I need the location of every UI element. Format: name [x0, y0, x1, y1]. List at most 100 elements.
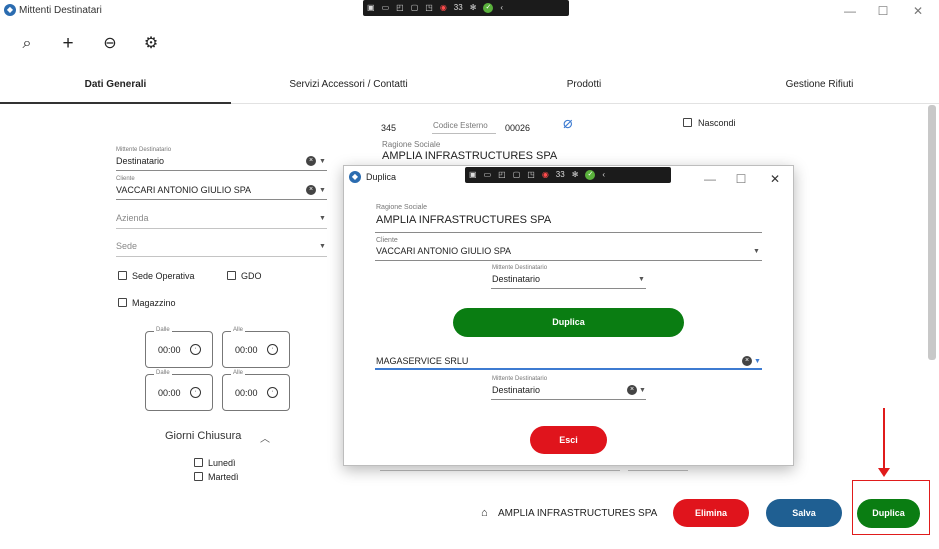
sede-operativa-checkbox[interactable] — [118, 271, 127, 280]
cliente-label: Cliente — [376, 237, 398, 244]
chevron-down-icon[interactable]: ▼ — [754, 358, 761, 365]
check-icon[interactable]: ✓ — [483, 3, 494, 13]
attachment-icon[interactable]: ⌀ — [563, 113, 573, 133]
gdo-label: GDO — [241, 271, 262, 281]
close-button[interactable]: ✕ — [907, 3, 929, 19]
tab-gestione-rifiuti[interactable]: Gestione Rifiuti — [702, 66, 937, 104]
chevron-down-icon[interactable]: ▼ — [319, 158, 326, 165]
sede-select[interactable]: Sede — [116, 241, 137, 251]
capture-icon[interactable]: ▣ — [367, 0, 375, 16]
capture-icon[interactable]: ▣ — [469, 167, 477, 183]
recorder-counter: 33 — [453, 3, 463, 12]
scrollbar[interactable] — [928, 105, 936, 360]
search-icon[interactable]: ⌕ — [17, 34, 37, 54]
mic-muted-icon[interactable]: ◉ — [542, 167, 549, 183]
time-label: Alle — [231, 370, 246, 376]
dialog-maximize-button[interactable]: ☐ — [730, 171, 752, 187]
destination-search-input[interactable]: MAGASERVICE SRLU — [376, 356, 468, 366]
time-label: Dalle — [154, 327, 172, 333]
clear-icon[interactable]: × — [306, 156, 316, 166]
chevron-down-icon[interactable]: ▼ — [753, 248, 760, 255]
clear-icon[interactable]: × — [306, 185, 316, 195]
field-underline — [116, 228, 327, 229]
field-underline — [491, 288, 646, 289]
cliente-select[interactable]: VACCARI ANTONIO GIULIO SPA — [116, 185, 251, 195]
annotation-highlight — [852, 480, 930, 535]
nascondi-label: Nascondi — [698, 118, 736, 128]
lunedi-checkbox[interactable] — [194, 458, 203, 467]
dialog-minimize-button[interactable]: — — [699, 171, 721, 187]
minimize-button[interactable]: — — [839, 3, 861, 19]
time-label: Alle — [231, 327, 246, 333]
clock-icon[interactable]: · — [267, 387, 278, 398]
annotation-arrowhead — [878, 468, 890, 477]
field-underline-active — [375, 368, 762, 370]
fullscreen-icon[interactable]: ▢ — [513, 167, 521, 183]
video-icon[interactable]: ▭ — [382, 0, 390, 16]
time-value: 00:00 — [235, 345, 258, 355]
mittente-label: Mittente Destinatario — [492, 376, 548, 382]
mic-muted-icon[interactable]: ◉ — [440, 0, 447, 16]
time-from-1[interactable]: Dalle 00:00 · — [145, 327, 213, 368]
mittente-select-2[interactable]: Destinatario — [492, 385, 540, 395]
tab-dati-generali[interactable]: Dati Generali — [0, 66, 231, 104]
mittente-label: Mittente Destinatario — [492, 265, 548, 271]
region-icon[interactable]: ◳ — [425, 0, 433, 16]
azienda-select[interactable]: Azienda — [116, 213, 149, 223]
chevron-down-icon[interactable]: ▼ — [639, 387, 646, 394]
clock-icon[interactable]: · — [190, 344, 201, 355]
time-from-2[interactable]: Dalle 00:00 · — [145, 370, 213, 411]
nascondi-checkbox[interactable] — [683, 118, 692, 127]
chevron-down-icon[interactable]: ▼ — [319, 243, 326, 250]
collapse-icon[interactable]: ‹ — [500, 0, 503, 16]
field-underline — [491, 399, 646, 400]
accessibility-icon[interactable]: ✻ — [470, 0, 477, 16]
window-icon[interactable]: ◰ — [396, 0, 404, 16]
ragione-sociale-label: Ragione Sociale — [376, 204, 427, 211]
fullscreen-icon[interactable]: ▢ — [411, 0, 419, 16]
chevron-down-icon[interactable]: ▼ — [638, 276, 645, 283]
esci-button[interactable]: Esci — [530, 426, 607, 454]
gear-icon[interactable]: ⚙ — [141, 34, 161, 54]
chevron-down-icon[interactable]: ▼ — [319, 187, 326, 194]
link-icon[interactable]: ⊖ — [100, 34, 120, 54]
gdo-checkbox[interactable] — [227, 271, 236, 280]
tab-prodotti[interactable]: Prodotti — [466, 66, 702, 104]
clock-icon[interactable]: · — [267, 344, 278, 355]
ragione-sociale-input[interactable]: AMPLIA INFRASTRUCTURES SPA — [376, 214, 551, 226]
field-underline — [380, 470, 620, 471]
giorni-chiusura-title: Giorni Chiusura — [165, 430, 242, 442]
dialog-duplica-button[interactable]: Duplica — [453, 308, 684, 337]
salva-button[interactable]: Salva — [766, 499, 842, 527]
time-to-2[interactable]: Alle 00:00 · — [222, 370, 290, 411]
clear-icon[interactable]: × — [627, 385, 637, 395]
mittente-select[interactable]: Destinatario — [492, 274, 540, 284]
chevron-down-icon[interactable]: ▼ — [319, 215, 326, 222]
clock-icon[interactable]: · — [190, 387, 201, 398]
chevron-up-icon[interactable]: ︿ — [260, 430, 270, 445]
mittente-select[interactable]: Destinatario — [116, 156, 164, 166]
collapse-icon[interactable]: ‹ — [602, 167, 605, 183]
video-icon[interactable]: ▭ — [484, 167, 492, 183]
window-title: Mittenti Destinatari — [19, 5, 102, 16]
magazzino-checkbox[interactable] — [118, 298, 127, 307]
footer-company: AMPLIA INFRASTRUCTURES SPA — [498, 508, 658, 519]
maximize-button[interactable]: ☐ — [872, 3, 894, 19]
check-icon[interactable]: ✓ — [585, 170, 596, 180]
record-id: 345 — [381, 123, 397, 133]
clear-icon[interactable]: × — [742, 356, 752, 366]
window-icon[interactable]: ◰ — [498, 167, 506, 183]
martedi-checkbox[interactable] — [194, 472, 203, 481]
tab-servizi-accessori[interactable]: Servizi Accessori / Contatti — [231, 66, 466, 104]
region-icon[interactable]: ◳ — [527, 167, 535, 183]
cliente-select[interactable]: VACCARI ANTONIO GIULIO SPA — [376, 246, 511, 256]
recorder-counter: 33 — [555, 170, 565, 179]
dialog-close-button[interactable]: ✕ — [764, 171, 786, 187]
add-icon[interactable]: + — [58, 34, 78, 54]
elimina-button[interactable]: Elimina — [673, 499, 749, 527]
field-underline — [375, 260, 762, 261]
sede-operativa-label: Sede Operativa — [132, 271, 195, 281]
accessibility-icon[interactable]: ✻ — [572, 167, 579, 183]
time-to-1[interactable]: Alle 00:00 · — [222, 327, 290, 368]
annotation-arrow — [883, 408, 885, 470]
